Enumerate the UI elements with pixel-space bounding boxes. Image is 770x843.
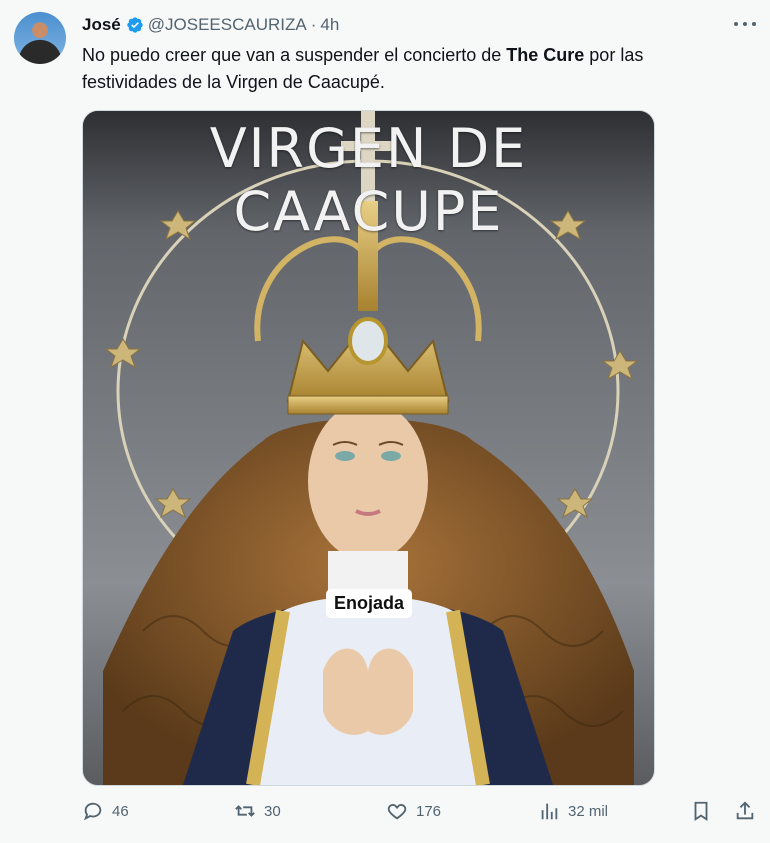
tweet-header: José @JOSEESCAURIZA · 4h <box>82 14 339 36</box>
views-chart-icon <box>541 803 558 820</box>
author-name[interactable]: José <box>82 15 121 35</box>
reply-count: 46 <box>112 802 129 820</box>
verified-badge-icon <box>127 17 143 33</box>
image-caption-label: Enojada <box>326 589 413 618</box>
separator-dot: · <box>310 15 317 34</box>
bookmark-icon <box>694 801 708 821</box>
share-button[interactable] <box>734 800 756 822</box>
views-button[interactable]: 32 mil <box>538 800 608 822</box>
reply-button[interactable]: 46 <box>82 800 129 822</box>
views-count: 32 mil <box>568 802 609 820</box>
timestamp[interactable]: 4h <box>320 15 339 35</box>
reply-icon <box>83 802 102 821</box>
tweet-image[interactable]: VIRGEN DE CAACUPE Enojada <box>82 110 655 786</box>
retweet-icon <box>235 805 255 817</box>
image-title-text: VIRGEN DE CAACUPE <box>209 117 528 243</box>
like-count: 176 <box>416 802 442 820</box>
retweet-count: 30 <box>264 802 281 820</box>
more-options-icon[interactable] <box>734 14 756 34</box>
author-handle[interactable]: @JOSEESCAURIZA <box>148 15 307 35</box>
bookmark-button[interactable] <box>690 800 712 822</box>
like-button[interactable]: 176 <box>386 800 441 822</box>
share-icon <box>736 801 754 820</box>
avatar[interactable] <box>14 12 66 64</box>
tweet-text-bold[interactable]: The Cure <box>506 45 584 65</box>
tweet-actions: 46 30 176 32 mil <box>82 800 762 828</box>
tweet-text-part: No puedo creer que van a suspender el co… <box>82 45 507 65</box>
retweet-button[interactable]: 30 <box>234 800 281 822</box>
tweet-text: No puedo creer que van a suspender el co… <box>82 42 742 96</box>
heart-icon <box>387 804 407 820</box>
